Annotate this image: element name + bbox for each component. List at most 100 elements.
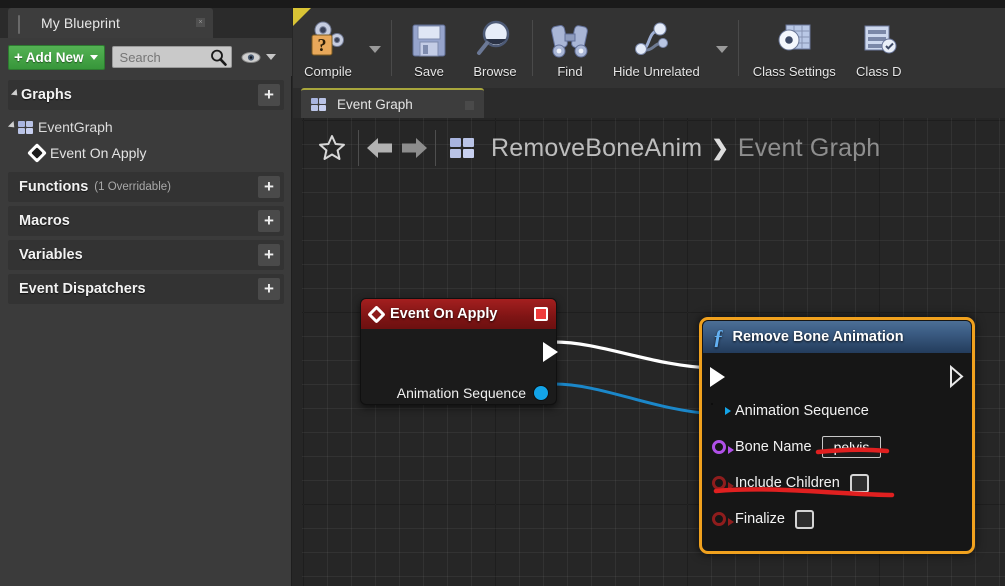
add-graph-button[interactable]: + xyxy=(258,84,280,106)
input-pin-label: Bone Name xyxy=(735,439,812,455)
book-icon xyxy=(18,15,34,34)
event-diamond-icon xyxy=(367,304,386,324)
tab-my-blueprint[interactable]: My Blueprint × xyxy=(8,8,213,38)
function-f-icon: ƒ xyxy=(713,324,724,349)
toolbar-separator xyxy=(532,20,533,76)
toolbar-button-compile[interactable]: ? Compile xyxy=(293,8,363,88)
input-pin-animation-sequence[interactable]: Animation Sequence xyxy=(702,393,972,429)
include-children-checkbox[interactable] xyxy=(849,473,869,493)
plus-icon: + xyxy=(14,48,23,66)
close-icon[interactable] xyxy=(465,101,474,110)
event-diamond-icon xyxy=(27,143,47,163)
node-header: Event On Apply xyxy=(361,299,556,329)
section-functions[interactable]: Functions (1 Overridable) + xyxy=(8,172,284,202)
chevron-down-icon xyxy=(265,54,276,60)
section-variables[interactable]: Variables + xyxy=(8,240,284,270)
panel-tabbar: My Blueprint × xyxy=(0,8,292,38)
bool-pin-icon[interactable] xyxy=(712,476,734,490)
search-icon xyxy=(210,49,227,66)
main-toolbar: ? Compile Save Browse Find Hide Unrelate… xyxy=(293,8,1005,88)
toolbar-button-class-settings-label: Class Settings xyxy=(752,64,836,79)
gear-window-icon xyxy=(772,17,816,63)
add-new-label: Add New xyxy=(25,49,84,65)
window-top-strip xyxy=(0,0,1005,8)
expander-triangle-icon[interactable] xyxy=(10,88,21,99)
toolbar-button-hide-unrelated-label: Hide Unrelated xyxy=(613,64,700,79)
chevron-right-icon: ❯ xyxy=(711,136,729,160)
breadcrumb: RemoveBoneAnim ❯ Event Graph xyxy=(302,118,1005,178)
section-variables-label: Variables xyxy=(19,247,83,263)
exec-wire xyxy=(553,340,713,370)
toolbar-separator xyxy=(737,20,739,76)
toolbar-button-find-label: Find xyxy=(557,64,583,79)
exec-out-pin[interactable] xyxy=(950,364,964,389)
input-pin-finalize[interactable]: Finalize xyxy=(702,501,972,537)
section-graphs-label: Graphs xyxy=(21,87,72,103)
tab-event-graph-label: Event Graph xyxy=(337,96,413,112)
add-variable-button[interactable]: + xyxy=(258,244,280,266)
toolbar-button-save[interactable]: Save xyxy=(396,8,462,88)
add-macro-button[interactable]: + xyxy=(258,210,280,232)
tree-item-event-on-apply[interactable]: Event On Apply xyxy=(0,140,292,166)
toolbar-button-class-defaults-label: Class D xyxy=(856,64,902,79)
add-event-dispatcher-button[interactable]: + xyxy=(258,278,280,300)
grid-4-icon xyxy=(450,138,474,158)
toolbar-button-compile-label: Compile xyxy=(304,64,352,79)
search-placeholder: Search xyxy=(119,49,161,65)
hide-unrelated-dropdown-button[interactable] xyxy=(710,45,734,53)
breadcrumb-divider xyxy=(435,130,436,166)
toolbar-button-hide-unrelated[interactable]: Hide Unrelated xyxy=(603,8,710,88)
input-pin-label: Animation Sequence xyxy=(735,403,869,419)
section-macros[interactable]: Macros + xyxy=(8,206,284,236)
toolbar-button-find[interactable]: Find xyxy=(537,8,603,88)
class-defaults-icon xyxy=(859,17,899,63)
delegate-square-icon[interactable] xyxy=(534,307,548,321)
graph-tabbar: Event Graph xyxy=(293,88,1005,118)
section-event-dispatchers[interactable]: Event Dispatchers + xyxy=(8,274,284,304)
add-function-button[interactable]: + xyxy=(258,176,280,198)
favorite-star-icon[interactable] xyxy=(318,134,346,162)
event-graph-canvas[interactable]: RemoveBoneAnim ❯ Event Graph Event On Ap… xyxy=(302,118,1005,586)
arrow-right-icon[interactable] xyxy=(397,134,431,162)
close-icon[interactable]: × xyxy=(196,18,205,27)
add-new-button[interactable]: + Add New xyxy=(8,44,105,70)
blueprint-editor-window: My Blueprint × + Add New Search Graphs +… xyxy=(0,0,1005,586)
tree-item-eventgraph[interactable]: EventGraph xyxy=(0,114,292,140)
breadcrumb-current[interactable]: Event Graph xyxy=(738,134,881,163)
breadcrumb-root[interactable]: RemoveBoneAnim xyxy=(491,134,702,163)
grid-4-icon xyxy=(311,97,326,111)
section-functions-sub: (1 Overridable) xyxy=(94,181,171,193)
output-pin-animation-sequence[interactable]: Animation Sequence xyxy=(361,385,556,401)
bone-name-input[interactable]: pelvis xyxy=(821,436,882,458)
node-title: Event On Apply xyxy=(390,306,498,322)
floppy-disk-icon xyxy=(409,17,449,63)
tree-item-event-on-apply-label: Event On Apply xyxy=(50,145,147,161)
finalize-checkbox[interactable] xyxy=(794,509,814,529)
section-graphs[interactable]: Graphs + xyxy=(8,80,284,110)
toolbar-button-browse[interactable]: Browse xyxy=(462,8,528,88)
chevron-down-icon xyxy=(369,45,381,53)
toolbar-button-class-settings[interactable]: Class Settings xyxy=(743,8,846,88)
search-input[interactable]: Search xyxy=(111,46,232,68)
tab-event-graph[interactable]: Event Graph xyxy=(301,88,484,118)
object-pin-icon[interactable] xyxy=(712,404,731,418)
bool-pin-icon[interactable] xyxy=(712,512,734,526)
toolbar-button-class-defaults[interactable]: Class D xyxy=(846,8,912,88)
breadcrumb-divider xyxy=(358,130,359,166)
visibility-dropdown[interactable] xyxy=(241,51,276,64)
input-pin-include-children[interactable]: Include Children xyxy=(702,465,972,501)
node-event-on-apply[interactable]: Event On Apply Animation Sequence xyxy=(360,298,558,405)
my-blueprint-panel: My Blueprint × + Add New Search Graphs +… xyxy=(0,8,292,586)
exec-in-pin[interactable] xyxy=(710,367,725,387)
compile-dropdown-button[interactable] xyxy=(363,45,387,53)
node-remove-bone-animation[interactable]: ƒ Remove Bone Animation Animation Sequen… xyxy=(699,317,975,554)
input-pin-bone-name[interactable]: Bone Name pelvis xyxy=(702,429,972,465)
expander-triangle-icon[interactable] xyxy=(7,120,18,131)
object-pin-icon[interactable] xyxy=(534,386,548,400)
name-pin-icon[interactable] xyxy=(712,440,734,454)
chevron-down-icon xyxy=(715,45,728,53)
arrow-left-icon[interactable] xyxy=(363,134,397,162)
eye-icon xyxy=(241,51,261,64)
toolbar-button-browse-label: Browse xyxy=(473,64,517,79)
exec-out-pin[interactable] xyxy=(543,342,558,362)
